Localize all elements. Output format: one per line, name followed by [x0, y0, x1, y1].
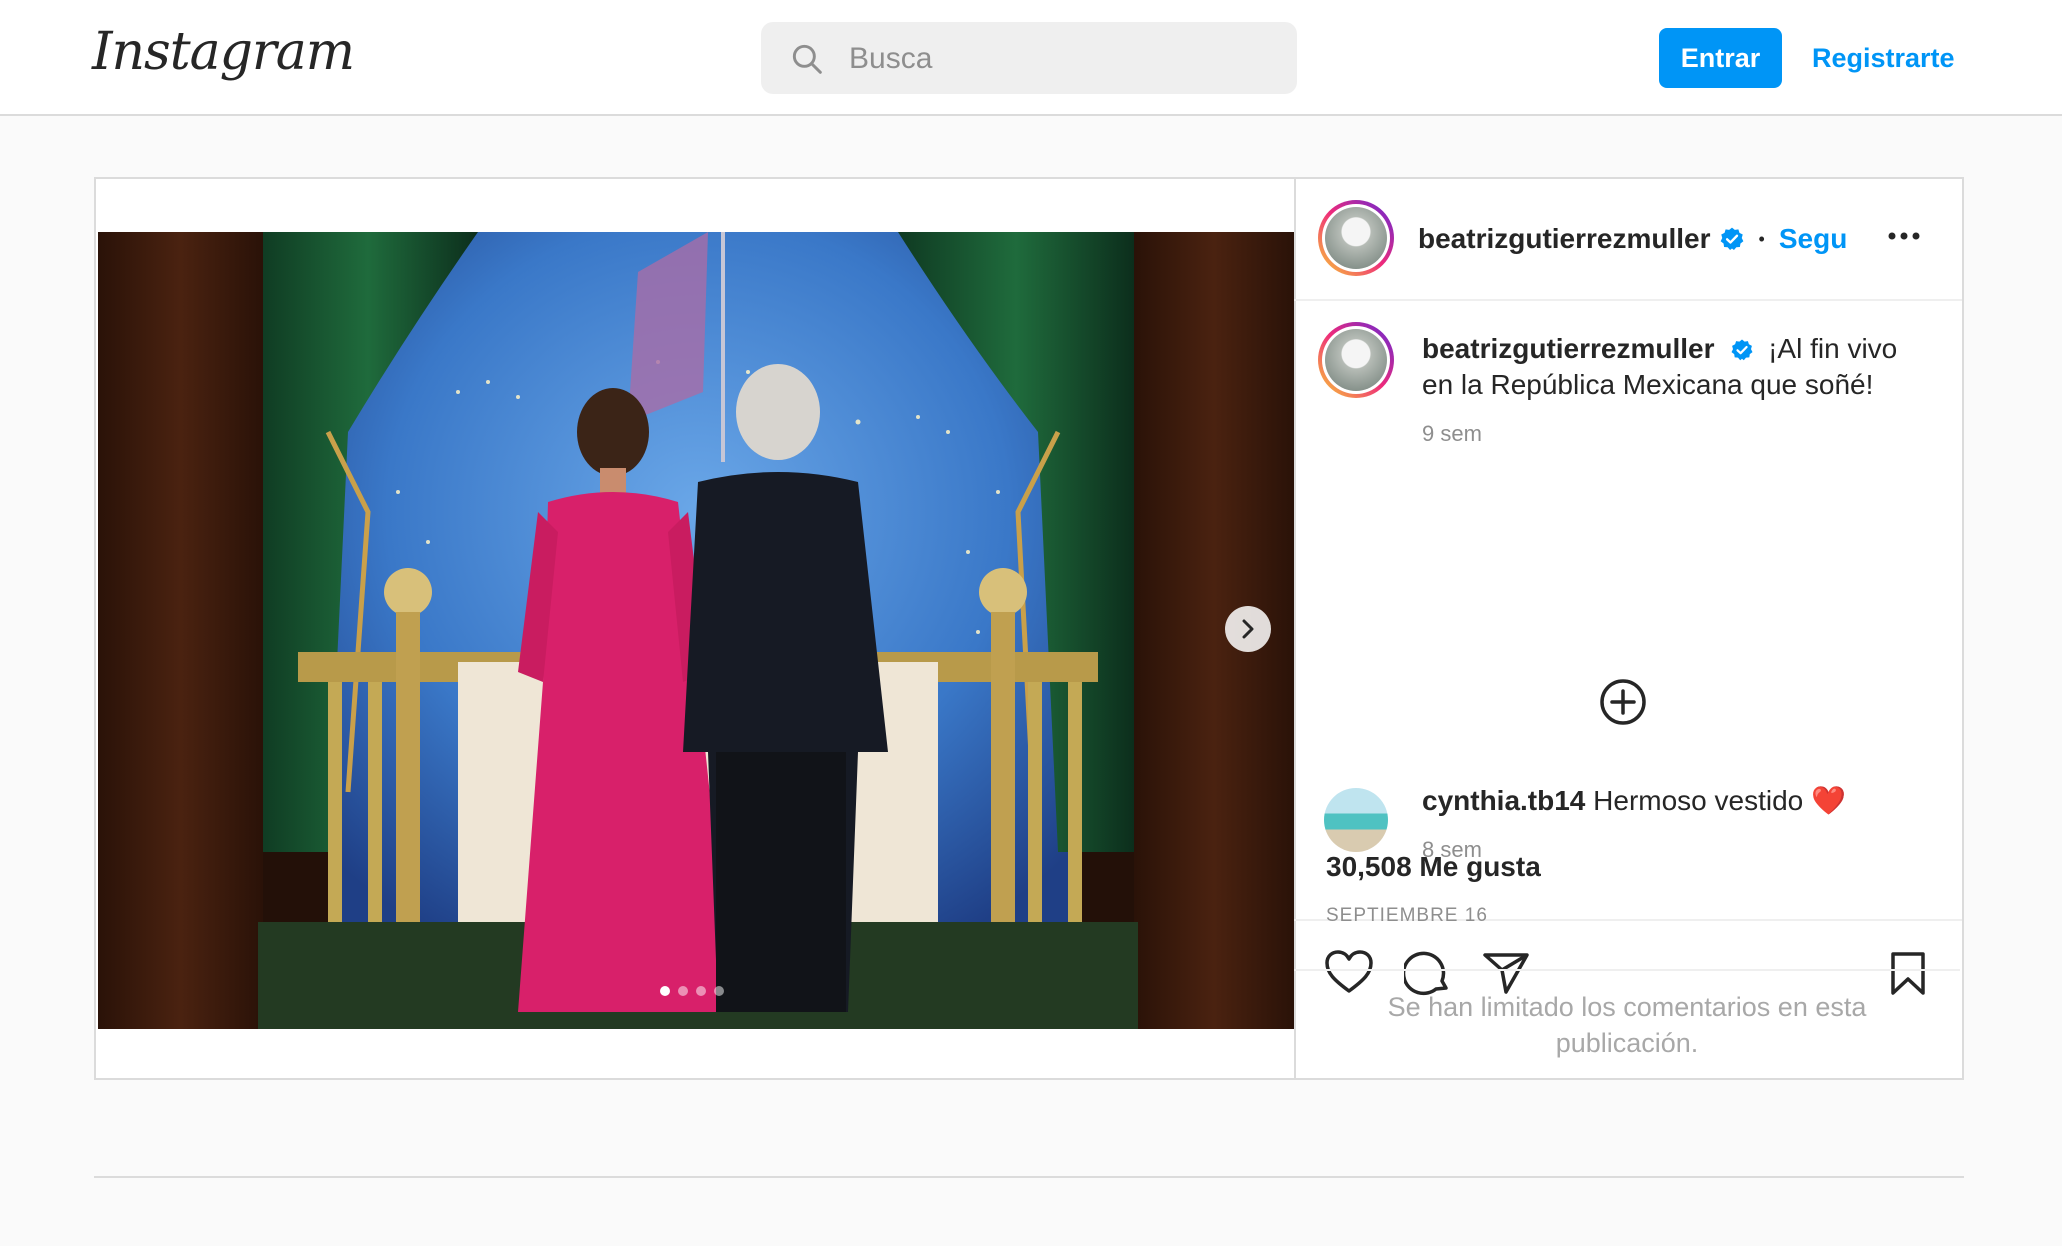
author-avatar[interactable] — [1318, 200, 1394, 276]
verified-badge-icon — [1720, 227, 1743, 251]
carousel-dot — [714, 986, 724, 996]
post-date[interactable]: SEPTIEMBRE 16 — [1326, 905, 1488, 927]
comments-limited-notice: Se han limitado los comentarios en esta … — [1294, 969, 1960, 1078]
search-box[interactable] — [761, 22, 1297, 94]
carousel-dot — [660, 986, 670, 996]
post-media — [96, 179, 1296, 1078]
carousel-dot — [696, 986, 706, 996]
header-separator: • — [1758, 228, 1765, 249]
follow-button[interactable]: Segu — [1779, 223, 1847, 255]
search-icon — [792, 44, 822, 74]
commenter-avatar[interactable] — [1324, 788, 1388, 852]
carousel-dot — [678, 986, 688, 996]
carousel-indicator — [660, 986, 724, 996]
search-input[interactable] — [847, 36, 1271, 82]
likes-count[interactable]: 30,508 Me gusta — [1326, 851, 1541, 883]
caption-time: 9 sem — [1422, 421, 1482, 446]
commenter-username[interactable]: cynthia.tb14 — [1422, 785, 1585, 816]
next-slide-button[interactable] — [1225, 606, 1271, 652]
add-comment-icon[interactable] — [1599, 678, 1647, 726]
bottom-divider — [94, 1176, 1964, 1178]
author-username[interactable]: beatrizgutierrezmuller — [1418, 223, 1711, 255]
heart-emoji: ❤️ — [1811, 785, 1846, 816]
caption: beatrizgutierrezmuller ¡Al fin vivo en l… — [1422, 331, 1922, 447]
register-link[interactable]: Registrarte — [1812, 28, 1955, 88]
post-image — [98, 232, 1294, 1029]
comments-section: beatrizgutierrezmuller ¡Al fin vivo en l… — [1294, 301, 1962, 919]
comments-limited-text: Se han limitado los comentarios en esta … — [1387, 991, 1867, 1058]
verified-badge-icon — [1731, 339, 1753, 361]
caption-avatar[interactable] — [1318, 322, 1394, 398]
post-card: beatrizgutierrezmuller • Segu beatrizgut… — [94, 177, 1964, 1080]
comment-text: Hermoso vestido — [1593, 785, 1804, 816]
login-button[interactable]: Entrar — [1659, 28, 1782, 88]
post-header: beatrizgutierrezmuller • Segu — [1294, 179, 1962, 301]
top-navigation: Instagram Entrar Registrarte — [0, 0, 2062, 116]
caption-username[interactable]: beatrizgutierrezmuller — [1422, 333, 1715, 364]
more-options-icon[interactable] — [1887, 231, 1921, 241]
chevron-right-icon — [1242, 619, 1254, 639]
instagram-logo[interactable]: Instagram — [92, 22, 355, 82]
post-photo[interactable] — [98, 232, 1294, 1029]
post-sidebar: beatrizgutierrezmuller • Segu beatrizgut… — [1294, 179, 1962, 1078]
